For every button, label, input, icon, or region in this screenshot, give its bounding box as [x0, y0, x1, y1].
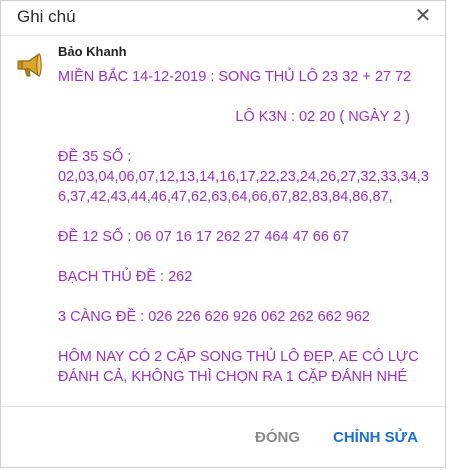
note-line: 02,03,04,06,07,12,13,14,16,17,22,23,24,2…: [58, 169, 429, 205]
note-line: ĐỀ 12 SỐ : 06 07 16 17 262 27 464 47 66 …: [58, 229, 350, 245]
note-line: BẠCH THỦ ĐỀ : 262: [58, 269, 193, 285]
note-line: ĐỀ 35 SỐ :: [58, 149, 132, 165]
note-author: Bảo Khanh: [58, 44, 127, 59]
note-line: 3 CÀNG ĐỀ : 026 226 626 926 062 262 662 …: [58, 309, 370, 325]
close-icon[interactable]: ✕: [411, 5, 435, 29]
dialog-footer: ĐÓNG CHỈNH SỬA: [1, 406, 445, 469]
dialog-header: Ghi chú ✕: [1, 1, 445, 36]
edit-button[interactable]: CHỈNH SỬA: [333, 429, 418, 446]
close-button[interactable]: ĐÓNG: [255, 429, 300, 446]
note-line: HÔM NAY CÓ 2 CẶP SONG THỦ LÔ ĐẸP. AE CÓ …: [58, 349, 419, 385]
note-dialog: Ghi chú ✕ Bảo Khanh MIỀN BẮC 14-12-2019 …: [0, 0, 446, 468]
dialog-title: Ghi chú: [17, 7, 76, 26]
note-line: MIỀN BẮC 14-12-2019 : SONG THỦ LÔ 23 32 …: [58, 69, 412, 85]
note-line: LÔ K3N : 02 20 ( NGÀY 2 ): [235, 109, 410, 125]
dialog-body: Bảo Khanh MIỀN BẮC 14-12-2019 : SONG THỦ…: [1, 35, 445, 407]
note-content: MIỀN BẮC 14-12-2019 : SONG THỦ LÔ 23 32 …: [58, 67, 436, 387]
megaphone-icon: [17, 52, 42, 78]
